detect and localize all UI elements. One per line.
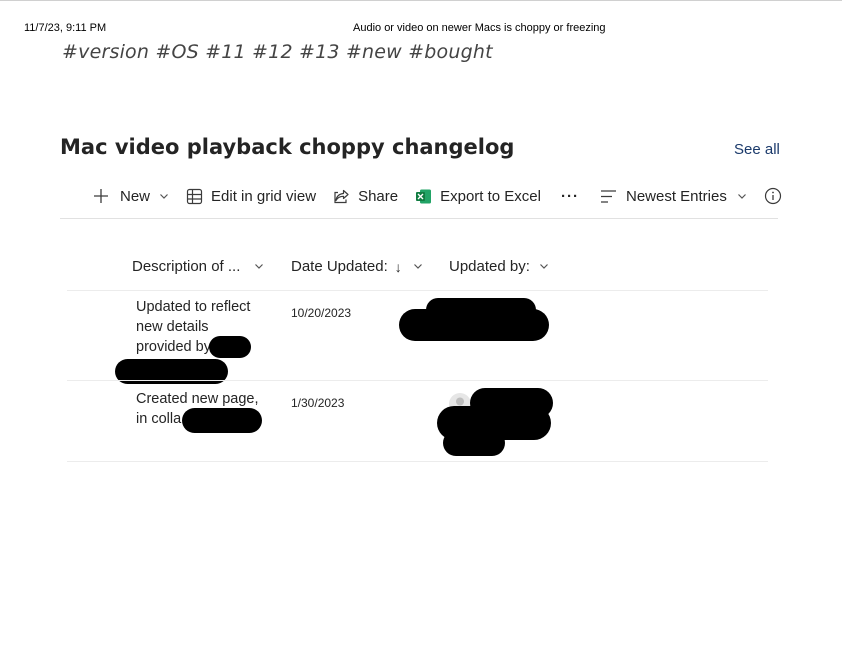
- row-divider: [67, 461, 768, 462]
- description-line: new details: [136, 319, 209, 335]
- see-all-link[interactable]: See all: [734, 141, 780, 158]
- sort-view-button[interactable]: Newest Entries: [600, 188, 747, 205]
- page-top-border: [0, 0, 842, 1]
- row-date-updated: 1/30/2023: [291, 396, 345, 410]
- description-line: Created new page,: [136, 391, 259, 407]
- export-to-excel-button[interactable]: Export to Excel: [415, 188, 541, 205]
- redaction-mark: [399, 309, 549, 341]
- column-header-date-updated-label: Date Updated:: [291, 258, 388, 275]
- edit-grid-view-button[interactable]: Edit in grid view: [186, 188, 316, 205]
- chevron-down-icon: [737, 191, 747, 201]
- sort-descending-icon: ↓: [394, 258, 402, 275]
- print-page-title: Audio or video on newer Macs is choppy o…: [353, 22, 606, 34]
- command-bar: New Edit in grid view Share Export to Ex…: [92, 184, 782, 208]
- list-title: Mac video playback choppy changelog: [60, 135, 515, 159]
- more-icon: ···: [560, 187, 579, 205]
- redaction-mark: [182, 408, 262, 433]
- excel-icon: [415, 188, 432, 205]
- share-button[interactable]: Share: [333, 188, 398, 205]
- share-label: Share: [358, 187, 399, 205]
- command-bar-divider: [60, 218, 778, 219]
- info-button[interactable]: [764, 187, 782, 205]
- chevron-down-icon: [159, 191, 169, 201]
- column-header-updated-by[interactable]: Updated by:: [449, 258, 549, 275]
- sort-view-label: Newest Entries: [625, 187, 727, 205]
- header-divider: [67, 290, 768, 291]
- new-button[interactable]: New: [92, 187, 169, 205]
- chevron-down-icon: [254, 258, 264, 275]
- export-to-excel-label: Export to Excel: [440, 187, 541, 205]
- plus-icon: [92, 187, 110, 205]
- description-line: Updated to reflect: [136, 299, 251, 315]
- share-icon: [333, 188, 350, 205]
- edit-grid-view-label: Edit in grid view: [211, 187, 317, 205]
- redaction-mark: [209, 336, 251, 358]
- column-header-description-label: Description of ...: [132, 258, 241, 275]
- new-button-label: New: [120, 187, 151, 205]
- column-header-date-updated[interactable]: Date Updated: ↓: [291, 258, 423, 275]
- column-header-updated-by-label: Updated by:: [449, 258, 530, 275]
- row-date-updated: 10/20/2023: [291, 306, 352, 320]
- chevron-down-icon: [539, 258, 549, 275]
- row-divider: [67, 380, 768, 381]
- chevron-down-icon: [413, 258, 423, 275]
- column-header-description[interactable]: Description of ...: [132, 258, 264, 275]
- grid-icon: [186, 188, 203, 205]
- redaction-mark: [443, 430, 505, 456]
- lines-icon: [600, 188, 617, 205]
- more-options-button[interactable]: ···: [561, 188, 579, 205]
- info-icon: [764, 187, 782, 205]
- tag-line: #version #OS #11 #12 #13 #new #bought: [62, 41, 493, 63]
- print-datetime: 11/7/23, 9:11 PM: [24, 22, 107, 34]
